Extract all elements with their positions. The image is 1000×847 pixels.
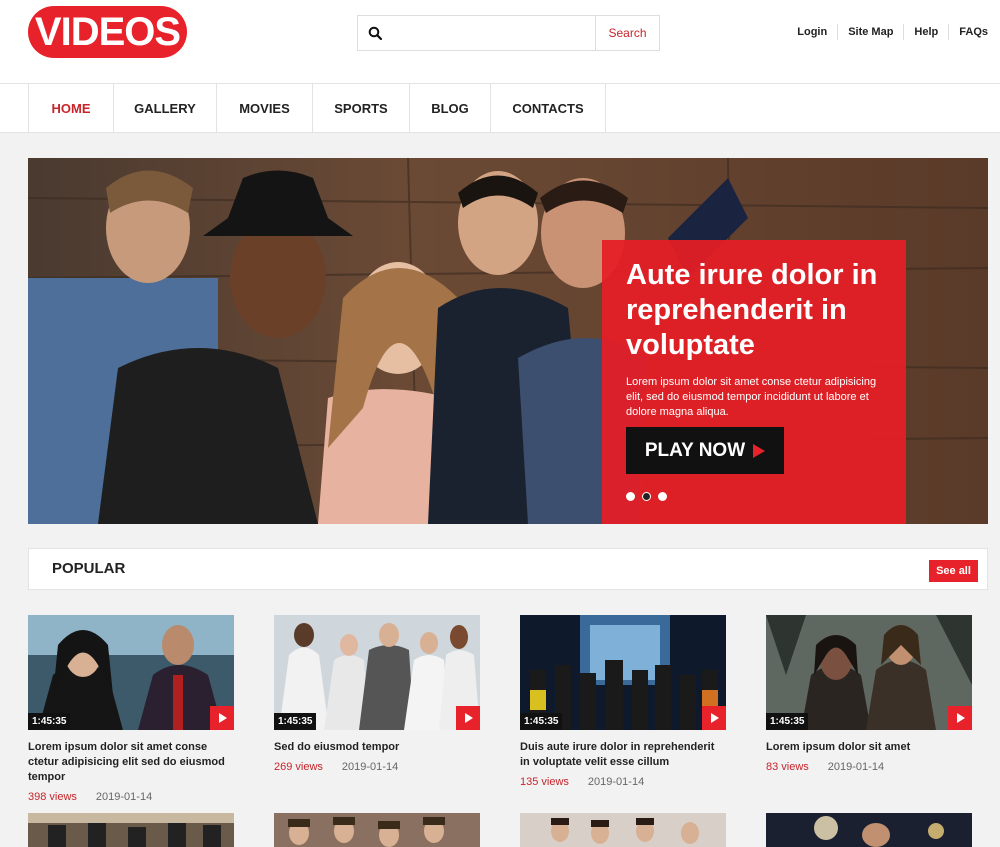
slider-dot[interactable] bbox=[626, 492, 635, 501]
video-thumbnail[interactable]: 1:45:35 bbox=[766, 615, 972, 730]
slider-dot-active[interactable] bbox=[642, 492, 651, 501]
slider-dot[interactable] bbox=[658, 492, 667, 501]
section-title: POPULAR bbox=[52, 560, 126, 577]
thumbnail-image bbox=[520, 813, 726, 847]
hero-heading: Aute irure dolor in reprehenderit in vol… bbox=[626, 259, 878, 361]
video-title[interactable]: Sed do eiusmod tempor bbox=[274, 740, 480, 755]
popular-header: POPULAR See all bbox=[28, 548, 988, 590]
play-now-button[interactable]: PLAY NOW bbox=[626, 427, 784, 474]
video-card[interactable]: 1:45:35 Sed do eiusmod tempor 269 views … bbox=[274, 615, 480, 773]
video-thumbnail[interactable] bbox=[28, 813, 234, 847]
video-views: 83 views bbox=[766, 761, 809, 773]
play-icon[interactable] bbox=[948, 706, 972, 730]
search-icon[interactable] bbox=[358, 16, 392, 50]
video-meta: 398 views 2019-01-14 bbox=[28, 791, 234, 803]
video-meta: 135 views 2019-01-14 bbox=[520, 776, 726, 788]
slider-dots bbox=[626, 492, 667, 501]
site-header: VIDEOS Search Login Site Map Help FAQs bbox=[0, 0, 1000, 84]
video-views: 135 views bbox=[520, 776, 569, 788]
see-all-button[interactable]: See all bbox=[929, 560, 978, 582]
hero-caption: Aute irure dolor in reprehenderit in vol… bbox=[602, 240, 906, 524]
video-duration: 1:45:35 bbox=[274, 713, 317, 730]
search-input[interactable] bbox=[392, 16, 595, 50]
video-date: 2019-01-14 bbox=[587, 776, 645, 788]
play-arrow-icon bbox=[753, 443, 766, 458]
search-bar: Search bbox=[357, 15, 660, 51]
play-icon[interactable] bbox=[702, 706, 726, 730]
video-date: 2019-01-14 bbox=[341, 761, 399, 773]
video-duration: 1:45:35 bbox=[28, 713, 71, 730]
play-icon[interactable] bbox=[456, 706, 480, 730]
thumbnail-image bbox=[274, 813, 480, 847]
nav-item-gallery[interactable]: GALLERY bbox=[114, 84, 217, 133]
video-thumbnail[interactable]: 1:45:35 bbox=[274, 615, 480, 730]
video-card[interactable]: 1:45:35 Duis aute irure dolor in reprehe… bbox=[520, 615, 726, 788]
thumbnail-image bbox=[28, 813, 234, 847]
nav-item-sports[interactable]: SPORTS bbox=[313, 84, 410, 133]
thumbnail-image bbox=[766, 813, 972, 847]
video-meta: 269 views 2019-01-14 bbox=[274, 761, 480, 773]
hero-slider[interactable]: Aute irure dolor in reprehenderit in vol… bbox=[28, 158, 988, 524]
nav-item-contacts[interactable]: CONTACTS bbox=[491, 84, 606, 133]
video-date: 2019-01-14 bbox=[827, 761, 885, 773]
nav-item-blog[interactable]: BLOG bbox=[410, 84, 491, 133]
help-link[interactable]: Help bbox=[903, 24, 948, 40]
video-duration: 1:45:35 bbox=[766, 713, 809, 730]
videos-logo[interactable]: VIDEOS bbox=[28, 6, 187, 58]
video-thumbnail[interactable]: 1:45:35 bbox=[28, 615, 234, 730]
hero-text: Lorem ipsum dolor sit amet conse ctetur … bbox=[626, 376, 877, 418]
nav-item-movies[interactable]: MOVIES bbox=[217, 84, 313, 133]
login-link[interactable]: Login bbox=[787, 24, 837, 40]
video-duration: 1:45:35 bbox=[520, 713, 563, 730]
video-card[interactable]: 1:45:35 Lorem ipsum dolor sit amet conse… bbox=[28, 615, 234, 803]
nav-item-home[interactable]: HOME bbox=[29, 84, 114, 133]
play-icon[interactable] bbox=[210, 706, 234, 730]
video-thumbnail[interactable] bbox=[520, 813, 726, 847]
video-thumbnail[interactable] bbox=[274, 813, 480, 847]
video-title[interactable]: Lorem ipsum dolor sit amet bbox=[766, 740, 972, 755]
search-button[interactable]: Search bbox=[595, 16, 659, 50]
main-nav: HOME GALLERY MOVIES SPORTS BLOG CONTACTS bbox=[0, 84, 1000, 133]
video-thumbnail[interactable]: 1:45:35 bbox=[520, 615, 726, 730]
play-now-label: PLAY NOW bbox=[644, 439, 746, 461]
site-map-link[interactable]: Site Map bbox=[837, 24, 903, 40]
top-links: Login Site Map Help FAQs bbox=[787, 24, 988, 40]
video-views: 398 views bbox=[28, 791, 77, 803]
faqs-link[interactable]: FAQs bbox=[948, 24, 988, 40]
video-card[interactable]: 1:45:35 Lorem ipsum dolor sit amet 83 vi… bbox=[766, 615, 972, 773]
video-title[interactable]: Duis aute irure dolor in reprehenderit i… bbox=[520, 740, 726, 770]
video-views: 269 views bbox=[274, 761, 323, 773]
video-date: 2019-01-14 bbox=[95, 791, 153, 803]
video-thumbnail[interactable] bbox=[766, 813, 972, 847]
video-meta: 83 views 2019-01-14 bbox=[766, 761, 972, 773]
video-title[interactable]: Lorem ipsum dolor sit amet conse ctetur … bbox=[28, 740, 234, 785]
